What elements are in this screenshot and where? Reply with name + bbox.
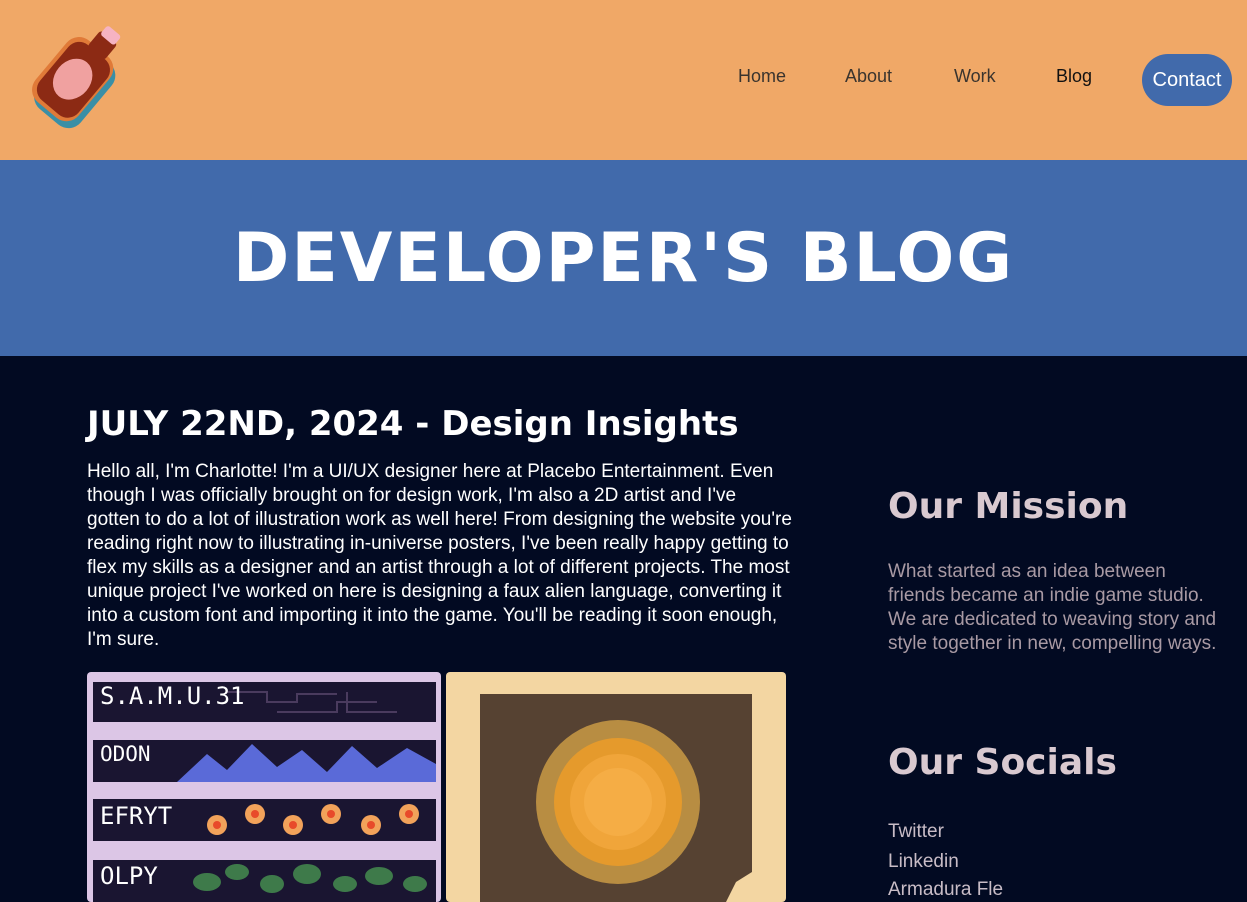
socials-heading: Our Socials <box>888 742 1117 783</box>
logo-bottle-icon[interactable] <box>26 18 136 136</box>
social-link-armadura[interactable]: Armadura Fle <box>888 879 1003 901</box>
post-title: JULY 22ND, 2024 - Design Insights <box>87 404 739 444</box>
sun-poster-illustration <box>480 694 752 902</box>
page-title: DEVELOPER'S BLOG <box>232 218 1015 298</box>
sun-poster-image[interactable] <box>446 672 786 902</box>
social-link-linkedin[interactable]: Linkedin <box>888 851 959 873</box>
alien-label-3: EFRYT <box>100 802 173 830</box>
site-header: Home About Work Blog Contact <box>0 0 1247 160</box>
mission-heading: Our Mission <box>888 486 1129 527</box>
nav-work[interactable]: Work <box>954 66 996 87</box>
alien-label-2: ODON <box>100 742 151 766</box>
alien-label-4: OLPY <box>100 862 158 890</box>
nav-home[interactable]: Home <box>738 66 786 87</box>
contact-button[interactable]: Contact <box>1142 54 1232 106</box>
mission-text: What started as an idea between friends … <box>888 561 1217 654</box>
page-banner: DEVELOPER'S BLOG <box>0 160 1247 356</box>
nav-about[interactable]: About <box>845 66 892 87</box>
post-body: Hello all, I'm Charlotte! I'm a UI/UX de… <box>87 461 792 650</box>
alien-label-1: S.A.M.U.31 <box>100 682 245 710</box>
nav-blog[interactable]: Blog <box>1056 66 1092 87</box>
social-link-twitter[interactable]: Twitter <box>888 821 944 843</box>
alien-font-image[interactable]: S.A.M.U.31 ODON EFRYT OLPY <box>87 672 441 902</box>
